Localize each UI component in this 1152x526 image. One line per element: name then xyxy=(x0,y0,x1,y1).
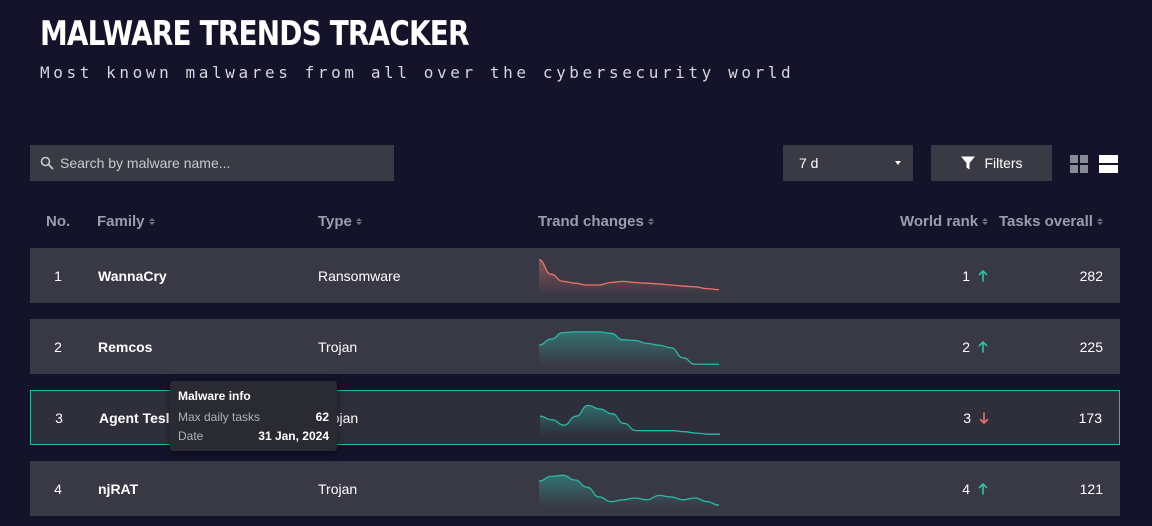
row-number: 2 xyxy=(54,338,62,355)
sparkline-area xyxy=(539,475,719,507)
rank-value: 4 xyxy=(962,480,970,497)
sparkline-area xyxy=(540,405,720,436)
column-header-type[interactable]: Type xyxy=(318,213,362,230)
sort-icon xyxy=(148,218,155,225)
column-header-family[interactable]: Family xyxy=(97,213,155,230)
trend-sparkline xyxy=(538,319,720,374)
table-row[interactable]: 4 njRAT Trojan 4 121 xyxy=(30,461,1120,516)
row-family: njRAT xyxy=(98,480,139,497)
sparkline-area xyxy=(539,331,719,365)
row-tasks: 225 xyxy=(1079,338,1103,355)
row-type: Ransomware xyxy=(318,267,401,284)
period-value: 7 d xyxy=(799,155,819,171)
trend-sparkline xyxy=(538,461,720,516)
period-select[interactable]: 7 d xyxy=(783,145,913,181)
page-subtitle: Most known malwares from all over the cy… xyxy=(40,63,795,82)
filters-button[interactable]: Filters xyxy=(931,145,1052,181)
malware-info-tooltip: Malware info Max daily tasks 62 Date 31 … xyxy=(170,381,337,451)
row-family: Agent Tesla xyxy=(99,409,178,426)
arrow-up-icon xyxy=(978,482,988,495)
sort-icon xyxy=(982,218,989,225)
arrow-up-icon xyxy=(978,269,988,282)
row-rank: 3 xyxy=(911,391,989,444)
column-header-trend[interactable]: Trand changes xyxy=(538,213,654,230)
row-number: 1 xyxy=(54,267,62,284)
table-row[interactable]: 1 WannaCry Ransomware 1 282 xyxy=(30,248,1120,303)
sparkline-area xyxy=(539,259,719,294)
column-header-no: No. xyxy=(46,213,71,230)
arrow-up-icon xyxy=(978,340,988,353)
tooltip-title: Malware info xyxy=(178,389,251,403)
search-input[interactable] xyxy=(60,155,380,171)
row-tasks: 282 xyxy=(1079,267,1103,284)
sort-icon xyxy=(647,218,654,225)
rank-value: 2 xyxy=(962,338,970,355)
chevron-down-icon xyxy=(895,161,901,165)
row-rank: 1 xyxy=(910,248,988,303)
row-type: Trojan xyxy=(318,480,358,497)
filter-icon xyxy=(961,156,976,170)
row-tasks: 173 xyxy=(1078,409,1102,426)
row-rank: 4 xyxy=(910,461,988,516)
row-family: Remcos xyxy=(98,338,153,355)
trend-sparkline xyxy=(538,248,720,303)
search-icon xyxy=(40,156,54,170)
sort-icon xyxy=(355,218,362,225)
tooltip-max-value: 62 xyxy=(315,410,329,424)
list-view-icon[interactable] xyxy=(1099,155,1118,173)
row-rank: 2 xyxy=(910,319,988,374)
row-number: 3 xyxy=(55,409,63,426)
row-type: Trojan xyxy=(318,338,358,355)
row-number: 4 xyxy=(54,480,62,497)
sort-icon xyxy=(1096,218,1103,225)
tooltip-date-label: Date xyxy=(178,429,204,443)
row-family: WannaCry xyxy=(98,267,167,284)
tooltip-date-value: 31 Jan, 2024 xyxy=(258,429,329,443)
column-header-rank[interactable]: World rank xyxy=(900,213,989,230)
page-title: MALWARE TRENDS TRACKER xyxy=(40,14,469,54)
table-row[interactable]: 2 Remcos Trojan 2 225 xyxy=(30,319,1120,374)
rank-value: 1 xyxy=(962,267,970,284)
search-bar[interactable] xyxy=(30,145,394,181)
filters-label: Filters xyxy=(984,155,1023,171)
column-header-tasks[interactable]: Tasks overall xyxy=(999,213,1103,230)
row-tasks: 121 xyxy=(1079,480,1103,497)
arrow-down-icon xyxy=(979,411,989,424)
tooltip-max-label: Max daily tasks xyxy=(178,410,261,424)
rank-value: 3 xyxy=(963,409,971,426)
trend-sparkline xyxy=(539,391,721,444)
grid-view-icon[interactable] xyxy=(1070,155,1088,173)
